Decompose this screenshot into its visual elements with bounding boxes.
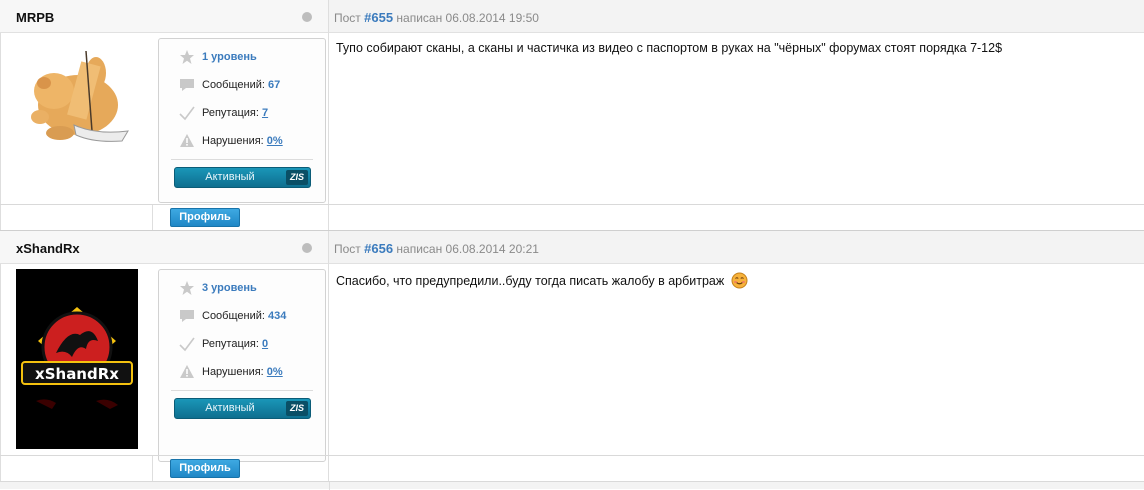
messages-row: Сообщений: 434 bbox=[159, 306, 325, 330]
checkmark-icon bbox=[179, 337, 195, 352]
reputation-label: Репутация: bbox=[202, 338, 259, 350]
level-link[interactable]: 3 уровень bbox=[202, 282, 257, 294]
status-dot-icon bbox=[302, 12, 312, 22]
violations-row: Нарушения: 0% bbox=[159, 131, 325, 155]
reputation-link[interactable]: 0 bbox=[262, 338, 268, 350]
level-link[interactable]: 1 уровень bbox=[202, 51, 257, 63]
post-meta: Пост #655 написан 06.08.2014 19:50 bbox=[334, 10, 539, 25]
avatar[interactable] bbox=[16, 43, 138, 153]
badge-tag: ZIS bbox=[286, 401, 308, 416]
forum-post: xShandRx Пост #656 написан 06.08.2014 20… bbox=[0, 231, 1144, 482]
post-meta-header: Пост #655 написан 06.08.2014 19:50 bbox=[329, 0, 1144, 33]
star-icon bbox=[180, 50, 194, 64]
post-date: написан 06.08.2014 20:21 bbox=[396, 242, 539, 256]
reputation-row: Репутация: 0 bbox=[159, 334, 325, 358]
violations-row: Нарушения: 0% bbox=[159, 362, 325, 386]
post-author-header: MRPB bbox=[0, 0, 329, 33]
status-badge-label: Активный bbox=[205, 402, 255, 414]
author-panel: xShandRx 3 уровень Сообщений: 434 Репута… bbox=[0, 264, 329, 462]
reputation-label: Репутация: bbox=[202, 107, 259, 119]
star-icon bbox=[180, 281, 194, 295]
post-footer: Профиль bbox=[0, 204, 1144, 231]
username[interactable]: MRPB bbox=[16, 10, 54, 25]
status-badge: Активный ZIS bbox=[174, 167, 311, 188]
message-text: Тупо собирают сканы, а сканы и частичка … bbox=[336, 41, 1003, 55]
post-author-header: xShandRx bbox=[0, 231, 329, 264]
messages-row: Сообщений: 67 bbox=[159, 75, 325, 99]
status-badge: Активный ZIS bbox=[174, 398, 311, 419]
messages-label: Сообщений: bbox=[202, 310, 265, 322]
violations-link[interactable]: 0% bbox=[267, 366, 283, 378]
warning-icon bbox=[180, 134, 194, 147]
post-meta-header: Пост #656 написан 06.08.2014 20:21 bbox=[329, 231, 1144, 264]
user-info-box: 1 уровень Сообщений: 67 Репутация: 7 Нар… bbox=[158, 38, 326, 203]
message-body: Тупо собирают сканы, а сканы и частичка … bbox=[329, 33, 1144, 204]
post-number-link[interactable]: #656 bbox=[364, 241, 393, 256]
author-panel: 1 уровень Сообщений: 67 Репутация: 7 Нар… bbox=[0, 33, 329, 204]
message-body: Спасибо, что предупредили..буду тогда пи… bbox=[329, 264, 1144, 455]
messages-count: 434 bbox=[268, 310, 287, 322]
violations-label: Нарушения: bbox=[202, 366, 264, 378]
smiley-icon bbox=[731, 272, 748, 289]
user-info-box: 3 уровень Сообщений: 434 Репутация: 0 На… bbox=[158, 269, 326, 462]
warning-icon bbox=[180, 365, 194, 378]
post-separator bbox=[0, 481, 1144, 490]
message-text-content: Спасибо, что предупредили..буду тогда пи… bbox=[336, 274, 725, 288]
status-dot-icon bbox=[302, 243, 312, 253]
speech-bubble-icon bbox=[180, 79, 194, 91]
level-row: 3 уровень bbox=[159, 278, 325, 302]
post-label: Пост bbox=[334, 11, 361, 25]
forum-post: MRPB Пост #655 написан 06.08.2014 19:50 … bbox=[0, 0, 1144, 231]
message-text: Спасибо, что предупредили..буду тогда пи… bbox=[336, 272, 748, 289]
post-date: написан 06.08.2014 19:50 bbox=[396, 11, 539, 25]
reputation-link[interactable]: 7 bbox=[262, 107, 268, 119]
avatar-logo-text: xShandRx bbox=[35, 365, 119, 383]
speech-bubble-icon bbox=[180, 310, 194, 322]
post-number-link[interactable]: #655 bbox=[364, 10, 393, 25]
level-row: 1 уровень bbox=[159, 47, 325, 71]
post-meta: Пост #656 написан 06.08.2014 20:21 bbox=[334, 241, 539, 256]
violations-link[interactable]: 0% bbox=[267, 135, 283, 147]
messages-count: 67 bbox=[268, 79, 281, 91]
username[interactable]: xShandRx bbox=[16, 241, 80, 256]
checkmark-icon bbox=[179, 106, 195, 121]
status-badge-label: Активный bbox=[205, 171, 255, 183]
badge-tag: ZIS bbox=[286, 170, 308, 185]
post-footer: Профиль bbox=[0, 455, 1144, 482]
post-label: Пост bbox=[334, 242, 361, 256]
reputation-row: Репутация: 7 bbox=[159, 103, 325, 127]
profile-button[interactable]: Профиль bbox=[170, 459, 240, 478]
divider bbox=[171, 159, 313, 160]
violations-label: Нарушения: bbox=[202, 135, 264, 147]
messages-label: Сообщений: bbox=[202, 79, 265, 91]
profile-button[interactable]: Профиль bbox=[170, 208, 240, 227]
avatar[interactable]: xShandRx bbox=[16, 269, 138, 449]
divider bbox=[171, 390, 313, 391]
